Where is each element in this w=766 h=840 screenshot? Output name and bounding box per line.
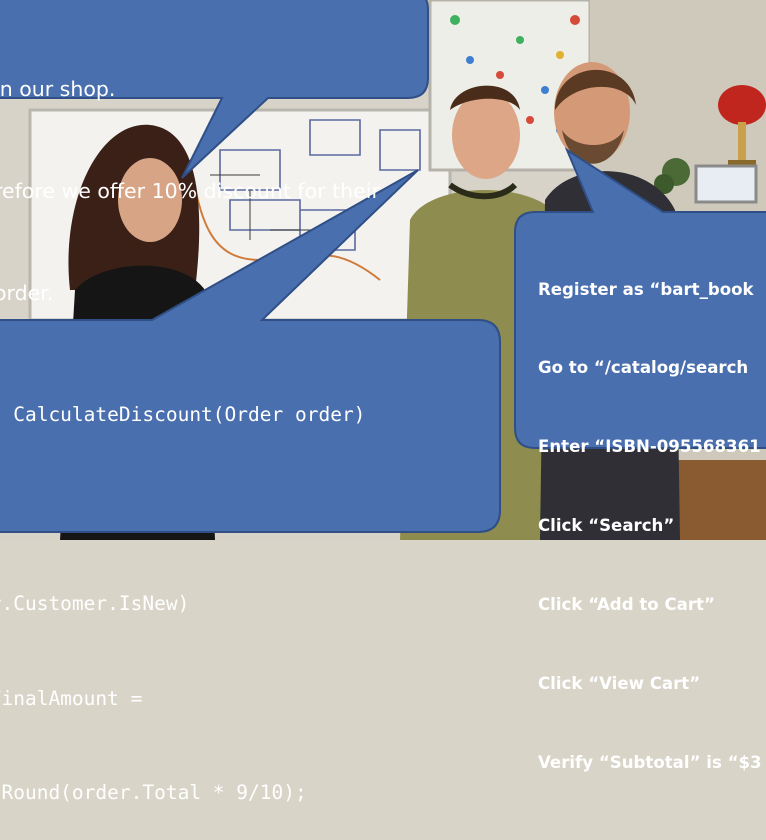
test-step-line: Click “View Cart” <box>538 674 701 694</box>
code-line: id CalculateDiscount(Order order) <box>0 403 366 426</box>
test-step-line: Verify “Subtotal” is “$3 <box>538 752 762 772</box>
test-step-line: Click “Search” <box>538 516 675 536</box>
bubble-top-line: refore we offer 10% discount for their <box>0 179 380 203</box>
speech-bubble-steps-text: Register as “bart_book Go to “/catalog/s… <box>538 224 766 803</box>
test-step-line: Enter “ISBN-095568361 <box>538 437 761 457</box>
test-step-line: Register as “bart_book <box>538 279 754 299</box>
bubble-top-line: in our shop. <box>0 77 116 101</box>
code-line: h.Round(order.Total * 9/10); <box>0 781 307 804</box>
test-step-line: Go to “/catalog/search <box>538 358 749 378</box>
bubble-top-line: order. <box>0 281 54 305</box>
test-step-line: Click “Add to Cart” <box>538 595 715 615</box>
code-line: er.Customer.IsNew) <box>0 592 190 615</box>
speech-bubble-top-text: in our shop. refore we offer 10% discoun… <box>0 4 424 344</box>
speech-bubble-code-text: id CalculateDiscount(Order order) er.Cus… <box>0 336 498 840</box>
code-line: .FinalAmount = <box>0 686 143 710</box>
picture-frame <box>694 164 758 204</box>
